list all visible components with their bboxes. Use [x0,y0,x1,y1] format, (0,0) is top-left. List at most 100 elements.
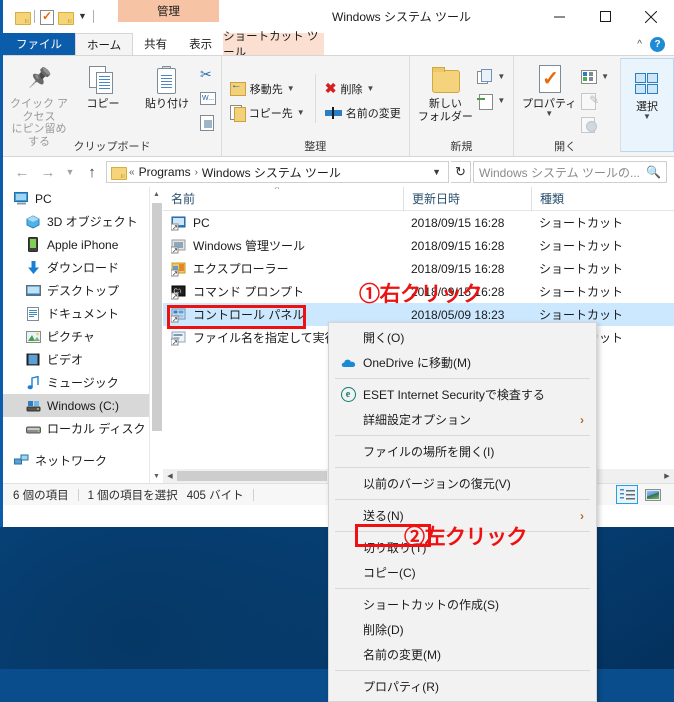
pin-to-quick-access-button[interactable]: クイック アクセス にピン留めする [8,60,70,149]
breadcrumb-item-programs[interactable]: Programs [139,165,191,179]
open-button[interactable]: ▼ [581,66,609,87]
column-header-date[interactable]: 更新日時 [403,187,531,211]
sidebar-item-3d-objects[interactable]: 3D オブジェクト [3,210,163,233]
ribbon-tabs[interactable]: ファイル ホーム 共有 表示 ショートカット ツール ^ ? [3,31,674,59]
menu-item-rename[interactable]: 名前の変更(M) [329,642,596,667]
copy-button[interactable]: コピー [72,60,134,111]
quick-access-toolbar[interactable]: ▼ [3,0,94,33]
chevron-down-icon[interactable]: ▼ [601,72,609,81]
column-header-type[interactable]: 種類 [531,187,641,211]
paste-button[interactable]: 貼り付け [136,60,198,111]
file-date: 2018/09/15 16:28 [411,215,505,230]
recent-locations-button[interactable]: ▼ [62,160,78,184]
maximize-button[interactable] [582,0,628,33]
sidebar-item-downloads[interactable]: ダウンロード [3,256,163,279]
paste-icon [155,64,179,98]
sidebar-item-music[interactable]: ミュージック [3,371,163,394]
table-row[interactable]: ↗ PC 2018/09/15 16:28 ショートカット [163,211,674,234]
move-to-button[interactable]: 移動先 ▼ [229,78,305,99]
address-bar: ← → ▼ ↑ « Programs › Windows システム ツール ▼ … [3,157,674,187]
chevron-down-icon[interactable]: ▼ [427,167,446,177]
search-input[interactable]: Windows システム ツールの... 🔍 [473,161,667,183]
select-button[interactable]: 選択 ▼ [624,63,670,121]
scrollbar-thumb[interactable] [152,203,162,431]
tab-file[interactable]: ファイル [3,33,75,55]
sidebar-item-apple-iphone[interactable]: Apple iPhone [3,233,163,256]
easy-access-button[interactable]: ▼ [477,90,505,111]
sidebar-item-pc[interactable]: PC [3,187,163,210]
minimize-button[interactable] [536,0,582,33]
sidebar-item-documents[interactable]: ドキュメント [3,302,163,325]
cut-button[interactable]: ✂ [200,64,216,85]
chevron-down-icon[interactable]: ▼ [287,84,295,93]
menu-item-create-shortcut[interactable]: ショートカットの作成(S) [329,592,596,617]
new-folder-icon[interactable] [58,11,74,25]
tab-home[interactable]: ホーム [75,33,134,55]
refresh-button[interactable]: ↻ [451,161,471,183]
chevron-down-icon[interactable]: ▼ [643,112,651,121]
context-menu[interactable]: 開く(O) OneDrive に移動(M) e ESET Internet Se… [328,322,597,702]
scroll-down-arrow[interactable]: ▼ [150,469,163,483]
folder-icon[interactable] [15,11,31,25]
chevron-down-icon[interactable]: ▼ [366,84,374,93]
sidebar-item-desktop[interactable]: デスクトップ [3,279,163,302]
edit-button[interactable] [581,90,609,111]
properties-button[interactable]: ✓ プロパティ ▼ [521,60,577,118]
menu-item-move-to-onedrive[interactable]: OneDrive に移動(M) [329,350,596,375]
breadcrumb-item-current[interactable]: Windows システム ツール [202,164,341,181]
menu-item-open-file-location[interactable]: ファイルの場所を開く(I) [329,439,596,464]
menu-item-delete[interactable]: 削除(D) [329,617,596,642]
menu-item-restore-previous-versions[interactable]: 以前のバージョンの復元(V) [329,471,596,496]
chevron-up-icon[interactable]: ^ [637,39,642,50]
back-button[interactable]: ← [10,160,34,184]
sidebar-item-pictures[interactable]: ピクチャ [3,325,163,348]
menu-item-eset-scan[interactable]: e ESET Internet Securityで検査する [329,382,596,407]
paste-shortcut-button[interactable] [200,112,216,133]
menu-item-advanced-options[interactable]: 詳細設定オプション › [329,407,596,432]
large-icons-view-button[interactable] [642,485,664,504]
new-folder-button[interactable]: 新しい フォルダー [417,60,473,123]
sidebar-item-videos[interactable]: ビデオ [3,348,163,371]
properties-icon[interactable] [40,9,54,25]
breadcrumb[interactable]: « Programs › Windows システム ツール ▼ [106,161,449,183]
chevron-down-icon[interactable]: ▼ [545,109,553,118]
tab-share[interactable]: 共有 [133,33,178,55]
column-header-name[interactable]: 名前 ^ [163,187,403,211]
table-row[interactable]: ↗ エクスプローラー 2018/09/15 16:28 ショートカット [163,257,674,280]
chevron-down-icon[interactable]: ▼ [497,96,505,105]
chevron-down-icon[interactable]: ▼ [297,108,305,117]
navpane-scrollbar[interactable]: ▲ ▼ [149,187,163,483]
help-icon[interactable]: ? [650,36,665,52]
forward-button[interactable]: → [36,160,60,184]
tab-shortcut-tools[interactable]: ショートカット ツール [223,31,325,59]
rename-button[interactable]: 名前の変更 [324,102,401,123]
search-icon[interactable]: 🔍 [646,165,661,179]
close-button[interactable] [628,0,674,33]
menu-item-open[interactable]: 開く(O) [329,325,596,350]
sidebar-item-windows-c[interactable]: Windows (C:) [3,394,163,417]
copy-path-button[interactable]: W... [200,88,216,109]
scroll-right-arrow[interactable]: ▶ [660,472,674,480]
new-item-button[interactable]: ▼ [477,66,505,87]
menu-item-properties[interactable]: プロパティ(R) [329,674,596,699]
menu-item-copy[interactable]: コピー(C) [329,560,596,585]
copy-to-button[interactable]: コピー先 ▼ [229,102,305,123]
up-button[interactable]: ↑ [80,160,104,184]
scroll-up-arrow[interactable]: ▲ [150,187,163,201]
table-row[interactable]: ↗ Windows 管理ツール 2018/09/15 16:28 ショートカット [163,234,674,257]
customize-dropdown-icon[interactable]: ▼ [77,12,88,21]
scroll-left-arrow[interactable]: ◀ [163,472,177,480]
history-button[interactable] [581,114,609,135]
tab-view[interactable]: 表示 [178,33,223,55]
delete-button[interactable]: ✖ 削除 ▼ [325,78,401,99]
sidebar-item-network[interactable]: ネットワーク [3,449,163,472]
scrollbar-thumb[interactable] [177,471,327,481]
ribbon-right-icons[interactable]: ^ ? [637,33,674,55]
view-buttons[interactable] [616,485,664,504]
column-headers[interactable]: 名前 ^ 更新日時 種類 [163,187,674,211]
sidebar-item-local-disk-d[interactable]: ローカル ディスク (D [3,417,163,440]
window-controls[interactable] [536,0,674,33]
move-to-icon [229,79,246,96]
chevron-down-icon[interactable]: ▼ [497,72,505,81]
details-view-button[interactable] [616,485,638,504]
